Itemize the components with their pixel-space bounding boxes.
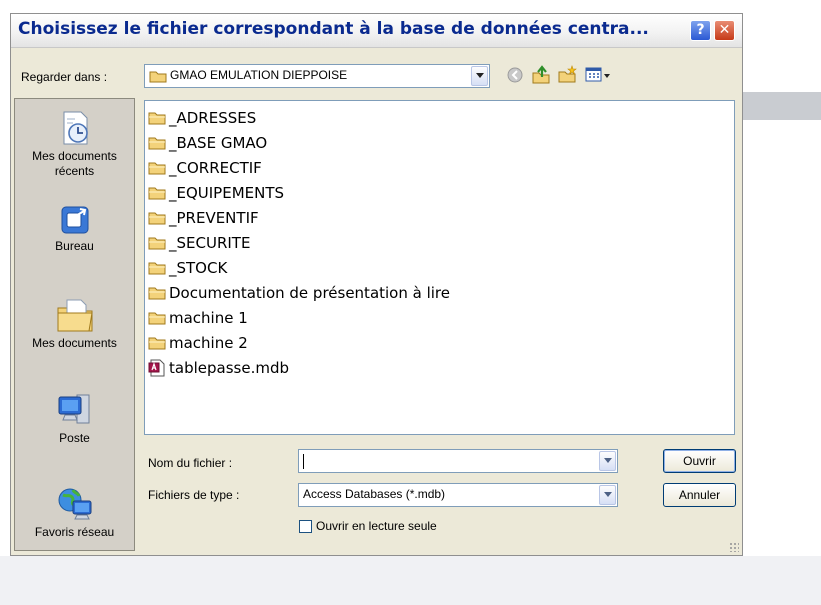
places-bar: Mes documents récents Bureau Mes documen… [14,98,135,551]
folder-icon [148,262,166,275]
access-database-icon [148,359,165,377]
place-desktop[interactable]: Bureau [15,203,134,254]
help-button[interactable]: ? [690,20,711,41]
computer-icon [58,394,89,424]
file-name: machine 1 [169,309,248,327]
place-my-documents[interactable]: Mes documents [15,294,134,351]
resize-grip[interactable] [729,542,739,552]
file-name: _EQUIPEMENTS [169,184,285,202]
back-icon[interactable] [507,67,523,83]
file-name: Documentation de présentation à lire [169,284,450,302]
folder-icon [148,187,166,200]
background-app-area [0,556,821,605]
background-app-toolbar [740,92,821,120]
file-name: _BASE GMAO [169,134,268,152]
place-label: Favoris réseau [34,525,115,539]
place-label: Mes documents [32,336,117,350]
file-open-dialog: Choisissez le fichier correspondant à la… [10,13,743,556]
view-menu-icon[interactable] [585,66,611,84]
place-label: Mes documents récents [32,149,117,178]
folder-icon [148,287,166,300]
folder-icon [148,162,166,175]
folder-icon [148,312,166,325]
folder-icon [148,237,166,250]
file-name: _CORRECTIF [169,159,262,177]
place-label: Bureau [55,239,94,253]
folder-icon [148,212,166,225]
readonly-label[interactable]: Ouvrir en lecture seule [316,519,437,533]
close-button[interactable]: ✕ [714,20,735,41]
file-list[interactable]: _ADRESSES _BASE GMAO _CORRECTIF _EQUIPEM… [144,100,735,435]
chevron-down-icon[interactable] [599,451,616,471]
cancel-button[interactable]: Annuler [663,483,736,507]
place-network[interactable]: Favoris réseau [15,483,134,540]
desktop-icon [61,206,88,234]
file-name: _STOCK [169,259,228,277]
chevron-down-icon[interactable] [471,66,488,86]
file-name: _ADRESSES [169,109,257,127]
file-name: tablepasse.mdb [169,359,289,377]
place-computer[interactable]: Poste [15,389,134,446]
filename-input[interactable] [298,449,618,473]
open-button[interactable]: Ouvrir [663,449,736,473]
new-folder-icon[interactable] [557,65,577,85]
folder-icon [148,337,166,350]
folder-icon [148,137,166,150]
folder-icon [149,71,167,83]
folder-icon [148,112,166,125]
look-in-select[interactable]: GMAO EMULATION DIEPPOISE [144,64,490,88]
filename-label: Nom du fichier : [148,456,233,470]
network-icon [58,488,91,520]
chevron-down-icon[interactable] [599,485,616,505]
filetype-select[interactable]: Access Databases (*.mdb) [298,483,618,507]
file-name: _PREVENTIF [169,209,259,227]
up-folder-icon[interactable] [531,65,551,85]
place-recent-documents[interactable]: Mes documents récents [15,109,134,179]
place-label: Poste [59,431,90,445]
look-in-label: Regarder dans : [21,70,108,84]
text-caret [303,454,304,469]
filetype-label: Fichiers de type : [148,488,240,502]
readonly-checkbox[interactable] [299,520,312,533]
title-bar[interactable]: Choisissez le fichier correspondant à la… [11,14,742,48]
file-name: _SECURITE [169,234,251,252]
look-in-value: GMAO EMULATION DIEPPOISE [170,68,348,82]
recent-documents-icon [63,111,88,145]
file-name: machine 2 [169,334,248,352]
my-documents-icon [57,299,93,332]
filetype-value: Access Databases (*.mdb) [303,487,446,501]
dialog-title: Choisissez le fichier correspondant à la… [18,19,649,39]
